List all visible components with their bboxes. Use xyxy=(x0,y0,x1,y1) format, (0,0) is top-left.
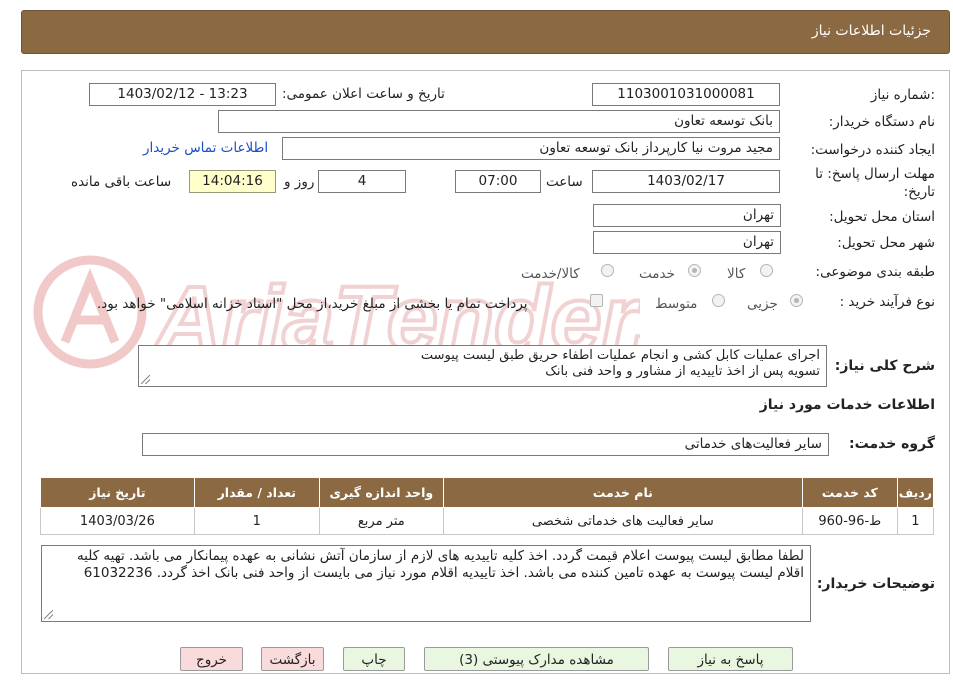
need-number-label: شماره نیاز: xyxy=(870,87,935,103)
process-minor-label: جزیی xyxy=(747,296,778,312)
cell-row: 1 xyxy=(896,507,935,535)
exit-button[interactable]: خروج xyxy=(180,647,243,671)
process-minor-radio[interactable] xyxy=(790,294,803,307)
summary-textarea[interactable]: اجرای عملیات کابل کشی و انجام عملیات اطف… xyxy=(138,345,827,387)
resize-grip-icon[interactable] xyxy=(141,375,150,384)
service-group-label: گروه خدمت: xyxy=(849,436,935,452)
col-service-code: کد خدمت xyxy=(801,477,898,508)
category-service-radio[interactable] xyxy=(688,264,701,277)
page-header: جزئیات اطلاعات نیاز xyxy=(21,10,950,54)
announce-label: تاریخ و ساعت اعلان عمومی: xyxy=(282,86,445,102)
treasury-payment-checkbox[interactable] xyxy=(590,294,603,307)
summary-line-2: تسویه پس از اخذ تاییدیه از مشاور و واحد … xyxy=(545,364,820,379)
service-group-field: سایر فعالیت‌های خدماتی xyxy=(142,433,829,456)
col-row: ردیف xyxy=(896,477,935,508)
creator-field: مجید مروت نیا کارپرداز بانک توسعه تعاون xyxy=(282,137,780,160)
process-medium-label: متوسط xyxy=(655,296,698,312)
cell-service-name: سایر فعالیت های خدماتی شخصی xyxy=(442,507,803,535)
contact-buyer-link[interactable]: اطلاعات تماس خریدار xyxy=(143,140,268,156)
buyer-org-field: بانک توسعه تعاون xyxy=(218,110,780,133)
col-service-name: نام خدمت xyxy=(442,477,803,508)
cell-unit: متر مربع xyxy=(318,507,444,535)
summary-label: شرح کلی نیاز: xyxy=(834,358,935,374)
buyer-notes-label: توضیحات خریدار: xyxy=(816,576,935,592)
treasury-payment-note: پرداخت تمام یا بخشی از مبلغ خرید،از محل … xyxy=(97,296,528,312)
need-number-field: 1103001031000081 xyxy=(592,83,780,106)
remaining-label: ساعت باقی مانده xyxy=(71,174,172,190)
category-goods-radio[interactable] xyxy=(760,264,773,277)
reply-button[interactable]: پاسخ به نیاز xyxy=(668,647,793,671)
province-field: تهران xyxy=(593,204,781,227)
days-label: روز و xyxy=(284,174,315,190)
services-table: ردیف کد خدمت نام خدمت واحد اندازه گیری ت… xyxy=(40,477,935,535)
city-label: شهر محل تحویل: xyxy=(837,235,935,251)
summary-line-1: اجرای عملیات کابل کشی و انجام عملیات اطف… xyxy=(420,348,820,363)
cell-need-date: 1403/03/26 xyxy=(40,507,195,535)
time-label: ساعت xyxy=(546,174,583,190)
province-label: استان محل تحویل: xyxy=(829,209,935,225)
view-attachments-button[interactable]: مشاهده مدارک پیوستی (3) xyxy=(424,647,649,671)
buyer-notes-text: لطفا مطابق لیست پیوست اعلام قیمت گردد. ا… xyxy=(76,548,804,581)
col-quantity: تعداد / مقدار xyxy=(193,477,320,508)
deadline-date-label: تاریخ: xyxy=(903,184,935,200)
category-service-label: خدمت xyxy=(639,266,675,282)
col-need-date: تاریخ نیاز xyxy=(40,477,195,508)
process-medium-radio[interactable] xyxy=(712,294,725,307)
buyer-notes-textarea[interactable]: لطفا مطابق لیست پیوست اعلام قیمت گردد. ا… xyxy=(41,545,811,622)
deadline-date-field: 1403/02/17 xyxy=(592,170,780,193)
table-row: 1 ط-96-960 سایر فعالیت های خدماتی شخصی م… xyxy=(40,507,935,535)
cell-service-code: ط-96-960 xyxy=(801,507,898,535)
announce-datetime-field: 1403/02/12 - 13:23 xyxy=(89,83,276,106)
days-field: 4 xyxy=(318,170,406,193)
page-title: جزئیات اطلاعات نیاز xyxy=(811,23,931,39)
category-both-radio[interactable] xyxy=(601,264,614,277)
services-section-title: اطلاعات خدمات مورد نیاز xyxy=(759,397,935,413)
print-button[interactable]: چاپ xyxy=(343,647,405,671)
category-goods-label: کالا xyxy=(727,266,746,282)
deadline-time-field: 07:00 xyxy=(455,170,541,193)
back-button[interactable]: بازگشت xyxy=(261,647,324,671)
resize-grip-icon[interactable] xyxy=(44,610,53,619)
process-label: نوع فرآیند خرید : xyxy=(839,294,935,310)
deadline-label: مهلت ارسال پاسخ: تا xyxy=(815,166,935,182)
city-field: تهران xyxy=(593,231,781,254)
remaining-time-field: 14:04:16 xyxy=(189,170,276,193)
cell-quantity: 1 xyxy=(193,507,320,535)
buyer-org-label: نام دستگاه خریدار: xyxy=(828,114,935,130)
category-label: طبقه بندی موضوعی: xyxy=(815,264,935,280)
services-table-header: ردیف کد خدمت نام خدمت واحد اندازه گیری ت… xyxy=(40,477,935,508)
col-unit: واحد اندازه گیری xyxy=(318,477,444,508)
category-both-label: کالا/خدمت xyxy=(521,266,580,282)
creator-label: ایجاد کننده درخواست: xyxy=(810,142,935,158)
